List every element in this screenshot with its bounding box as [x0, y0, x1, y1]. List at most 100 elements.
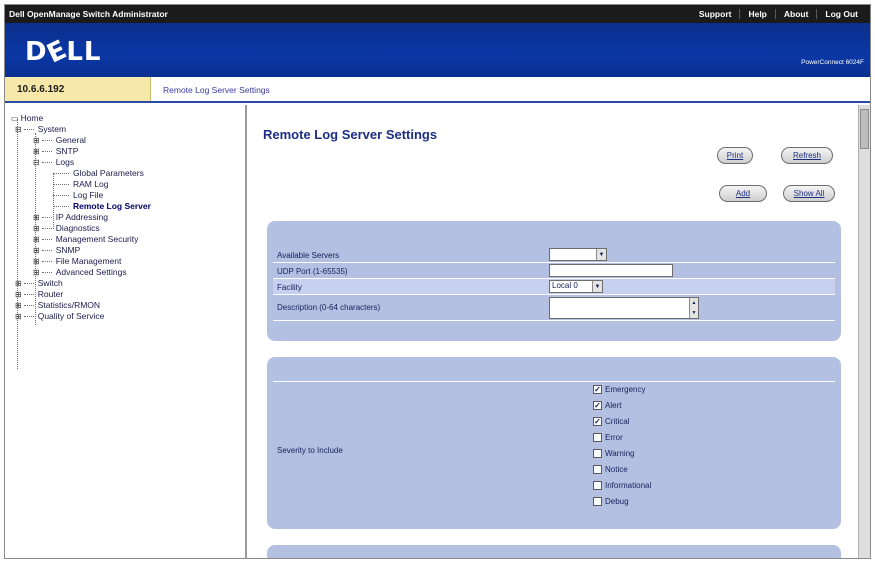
option-label: Informational — [605, 481, 652, 490]
udp-port-input[interactable] — [549, 264, 673, 277]
tree-item-logs[interactable]: ⊟ Logs — [33, 157, 74, 167]
tree-item-log-file[interactable]: Log File — [53, 190, 103, 200]
expand-icon: ⊞ — [15, 278, 22, 288]
tree-item-diagnostics[interactable]: ⊞ Diagnostics — [33, 223, 100, 233]
severity-option-informational[interactable]: Informational — [593, 481, 651, 490]
udp-port-label: UDP Port (1-65535) — [277, 267, 348, 276]
severity-option-debug[interactable]: Debug — [593, 497, 629, 506]
description-label: Description (0-64 characters) — [277, 303, 381, 312]
tree-item-management-security[interactable]: ⊞ Management Security — [33, 234, 138, 244]
option-label: Error — [605, 433, 623, 442]
tree-label: General — [55, 135, 86, 145]
tree-label: Logs — [55, 157, 75, 167]
checkbox-checked-icon[interactable]: ✓ — [593, 401, 602, 410]
show-all-button[interactable]: Show All — [783, 185, 835, 202]
tree-label: Global Parameters — [73, 168, 144, 178]
tree-label: Router — [37, 289, 64, 299]
severity-option-error[interactable]: Error — [593, 433, 623, 442]
tree-label: RAM Log — [73, 179, 109, 189]
tree-label: Quality of Service — [37, 311, 105, 321]
facility-select[interactable]: Local 0 ▼ — [549, 280, 603, 293]
expand-icon: ⊞ — [33, 267, 40, 277]
expand-icon: ⊞ — [33, 256, 40, 266]
print-button[interactable]: Print — [717, 147, 753, 164]
brand-bar: DELL PowerConnect 6024F — [5, 23, 870, 77]
checkbox-icon[interactable] — [593, 465, 602, 474]
expand-icon: ⊞ — [33, 245, 40, 255]
collapse-icon: ⊟ — [33, 157, 40, 167]
severity-option-critical[interactable]: ✓ Critical — [593, 417, 629, 426]
about-link[interactable]: About — [774, 9, 817, 19]
help-link[interactable]: Help — [739, 9, 774, 19]
expand-icon: ⊞ — [33, 223, 40, 233]
tree-item-ip-addressing[interactable]: ⊞ IP Addressing — [33, 212, 108, 222]
severity-option-notice[interactable]: Notice — [593, 465, 628, 474]
scrollbar-thumb[interactable] — [860, 109, 869, 149]
expand-icon: ⊞ — [15, 289, 22, 299]
tree-item-general[interactable]: ⊞ General — [33, 135, 86, 145]
tree-label: IP Addressing — [55, 212, 108, 222]
tree-label: Home — [20, 113, 44, 123]
log-out-link[interactable]: Log Out — [816, 9, 866, 19]
tree-item-remote-log-server[interactable]: Remote Log Server — [53, 201, 151, 211]
description-row: Description (0-64 characters) ▲ ▼ — [273, 295, 835, 321]
severity-option-emergency[interactable]: ✓ Emergency — [593, 385, 645, 394]
available-servers-label: Available Servers — [277, 251, 340, 260]
chevron-down-icon: ▼ — [596, 249, 606, 260]
tree-item-quality-of-service[interactable]: ⊞ Quality of Service — [15, 311, 104, 321]
option-label: Emergency — [605, 385, 646, 394]
tree-item-advanced-settings[interactable]: ⊞ Advanced Settings — [33, 267, 127, 277]
tree-item-ram-log[interactable]: RAM Log — [53, 179, 108, 189]
browser-frame: Dell OpenManage Switch Administrator Sup… — [4, 4, 871, 559]
chevron-down-icon: ▼ — [592, 281, 602, 292]
checkbox-icon[interactable] — [593, 433, 602, 442]
udp-port-row: UDP Port (1-65535) — [273, 263, 835, 279]
tree-label: SNTP — [55, 146, 79, 156]
tree-line — [17, 119, 18, 369]
tree-item-system[interactable]: ⊟ System — [15, 124, 66, 134]
tree-item-statistics-rmon[interactable]: ⊞ Statistics/RMON — [15, 300, 100, 310]
expand-icon: ⊞ — [33, 212, 40, 222]
support-link[interactable]: Support — [691, 9, 740, 19]
available-servers-select[interactable]: ▼ — [549, 248, 607, 261]
top-bar: Dell OpenManage Switch Administrator Sup… — [5, 5, 870, 23]
checkbox-icon[interactable] — [593, 481, 602, 490]
navigation-tree: ▭ Home ⊟ System ⊞ General ⊞ SNTP ⊟ Logs Globa… — [5, 105, 247, 558]
refresh-button[interactable]: Refresh — [781, 147, 833, 164]
tree-item-global-parameters[interactable]: Global Parameters — [53, 168, 144, 178]
checkbox-checked-icon[interactable]: ✓ — [593, 417, 602, 426]
textarea-scroll-icon[interactable]: ▲ ▼ — [689, 298, 698, 318]
option-label: Critical — [605, 417, 630, 426]
expand-icon: ⊞ — [33, 234, 40, 244]
tree-item-sntp[interactable]: ⊞ SNTP — [33, 146, 78, 156]
severity-option-alert[interactable]: ✓ Alert — [593, 401, 621, 410]
page-scrollbar[interactable] — [858, 105, 870, 558]
severity-option-warning[interactable]: Warning — [593, 449, 635, 458]
description-textarea[interactable]: ▲ ▼ — [549, 297, 699, 319]
expand-icon: ⊞ — [15, 300, 22, 310]
folder-icon: ▭ — [11, 113, 19, 123]
tree-item-router[interactable]: ⊞ Router — [15, 289, 63, 299]
tree-label: File Management — [55, 256, 122, 266]
tree-item-file-management[interactable]: ⊞ File Management — [33, 256, 121, 266]
top-links: Support Help About Log Out — [691, 9, 866, 19]
add-button[interactable]: Add — [719, 185, 767, 202]
dell-logo: DELL — [25, 34, 102, 70]
tree-label: Management Security — [55, 234, 139, 244]
tree-label: System — [37, 124, 67, 134]
tree-label: Diagnostics — [55, 223, 100, 233]
tree-item-switch[interactable]: ⊞ Switch — [15, 278, 63, 288]
main-content: Remote Log Server Settings Print Refresh… — [249, 105, 860, 558]
tree-item-snmp[interactable]: ⊞ SNMP — [33, 245, 80, 255]
app-title: Dell OpenManage Switch Administrator — [9, 9, 168, 19]
checkbox-checked-icon[interactable]: ✓ — [593, 385, 602, 394]
tree-label: Statistics/RMON — [37, 300, 101, 310]
tree-item-home[interactable]: ▭ Home — [11, 113, 43, 123]
option-label: Debug — [605, 497, 629, 506]
severity-label: Severity to Include — [277, 446, 343, 455]
available-servers-row: Available Servers ▼ — [273, 247, 835, 263]
checkbox-icon[interactable] — [593, 449, 602, 458]
facility-row: Facility Local 0 ▼ — [273, 279, 835, 295]
checkbox-icon[interactable] — [593, 497, 602, 506]
tree-label: Remote Log Server — [73, 201, 151, 211]
